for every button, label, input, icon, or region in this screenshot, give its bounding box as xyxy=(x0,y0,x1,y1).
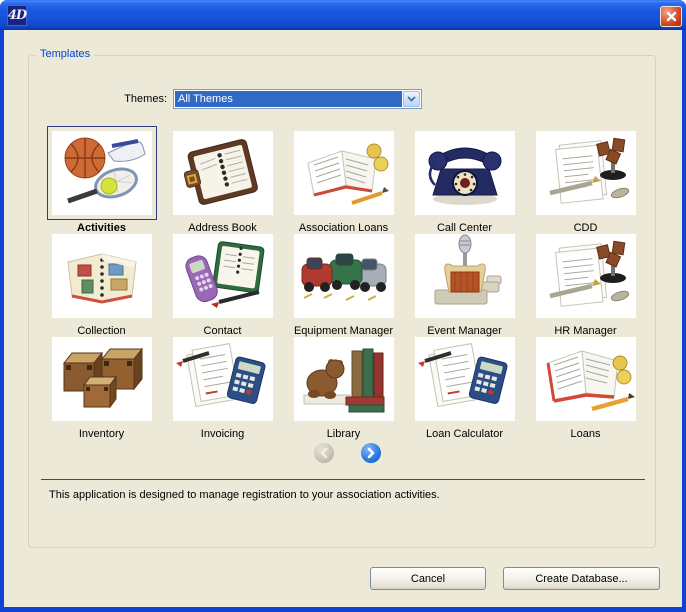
template-tile-collection[interactable]: Collection xyxy=(41,229,162,332)
library-thumbnail-icon xyxy=(294,337,394,421)
chevron-right-icon xyxy=(366,447,376,459)
template-tile-association-loans[interactable]: Association Loans xyxy=(283,126,404,229)
previous-page-button[interactable] xyxy=(314,443,334,463)
inventory-thumbnail-icon xyxy=(52,337,152,421)
template-tile-event-manager[interactable]: Event Manager xyxy=(404,229,525,332)
templates-dialog-window: 4D Templates Themes: All Themes xyxy=(0,0,686,612)
cancel-button[interactable]: Cancel xyxy=(370,567,486,590)
themes-label: Themes: xyxy=(89,93,167,105)
selection-frame xyxy=(289,332,399,426)
template-tile-activities[interactable]: Activities xyxy=(41,126,162,229)
create-database-button[interactable]: Create Database... xyxy=(503,567,660,590)
template-label: Loan Calculator xyxy=(426,428,503,440)
selection-frame xyxy=(168,332,278,426)
next-page-button[interactable] xyxy=(361,443,381,463)
selection-frame xyxy=(47,126,157,220)
invoicing-thumbnail-icon xyxy=(173,337,273,421)
template-tile-call-center[interactable]: Call Center xyxy=(404,126,525,229)
templates-groupbox: Templates Themes: All Themes xyxy=(28,55,656,548)
selection-frame xyxy=(531,332,641,426)
close-icon xyxy=(666,11,677,22)
4d-logo-icon: 4D xyxy=(7,5,27,26)
template-tile-invoicing[interactable]: Invoicing xyxy=(162,332,283,435)
selection-frame xyxy=(531,126,641,220)
collection-thumbnail-icon xyxy=(52,234,152,318)
equipment-manager-thumbnail-icon xyxy=(294,234,394,318)
template-label: Loans xyxy=(571,428,601,440)
cdd-thumbnail-icon xyxy=(536,131,636,215)
loans-thumbnail-icon xyxy=(536,337,636,421)
selection-frame xyxy=(410,332,520,426)
selection-frame xyxy=(410,229,520,323)
activities-thumbnail-icon xyxy=(52,131,152,215)
call-center-thumbnail-icon xyxy=(415,131,515,215)
loan-calculator-thumbnail-icon xyxy=(415,337,515,421)
templates-group-label: Templates xyxy=(36,48,94,60)
divider xyxy=(41,479,645,480)
event-manager-thumbnail-icon xyxy=(415,234,515,318)
template-tile-loans[interactable]: Loans xyxy=(525,332,646,435)
template-description: This application is designed to manage r… xyxy=(49,489,643,501)
selection-frame xyxy=(410,126,520,220)
selection-frame xyxy=(168,229,278,323)
template-tile-address-book[interactable]: Address Book xyxy=(162,126,283,229)
hr-manager-thumbnail-icon xyxy=(536,234,636,318)
contact-thumbnail-icon xyxy=(173,234,273,318)
template-tile-equipment-manager[interactable]: Equipment Manager xyxy=(283,229,404,332)
dialog-body: Templates Themes: All Themes xyxy=(4,30,682,607)
title-bar[interactable]: 4D xyxy=(0,0,686,30)
selection-frame xyxy=(168,126,278,220)
address-book-thumbnail-icon xyxy=(173,131,273,215)
template-tile-loan-calculator[interactable]: Loan Calculator xyxy=(404,332,525,435)
template-tile-inventory[interactable]: Inventory xyxy=(41,332,162,435)
template-tile-library[interactable]: Library xyxy=(283,332,404,435)
template-label: Invoicing xyxy=(201,428,244,440)
template-tile-hr-manager[interactable]: HR Manager xyxy=(525,229,646,332)
template-tile-contact[interactable]: Contact xyxy=(162,229,283,332)
selection-frame xyxy=(47,229,157,323)
association-loans-thumbnail-icon xyxy=(294,131,394,215)
template-label: Inventory xyxy=(79,428,124,440)
app-logo-text: 4D xyxy=(8,8,26,23)
themes-selected-value: All Themes xyxy=(175,91,402,107)
template-label: Library xyxy=(327,428,361,440)
selection-frame xyxy=(289,229,399,323)
chevron-down-icon xyxy=(407,96,416,102)
dropdown-arrow-button[interactable] xyxy=(403,91,420,107)
template-grid: Activities xyxy=(41,126,646,435)
selection-frame xyxy=(289,126,399,220)
selection-frame xyxy=(47,332,157,426)
chevron-left-icon xyxy=(319,447,329,459)
close-button[interactable] xyxy=(660,6,682,27)
selection-frame xyxy=(531,229,641,323)
themes-dropdown[interactable]: All Themes xyxy=(173,89,422,109)
template-tile-cdd[interactable]: CDD xyxy=(525,126,646,229)
